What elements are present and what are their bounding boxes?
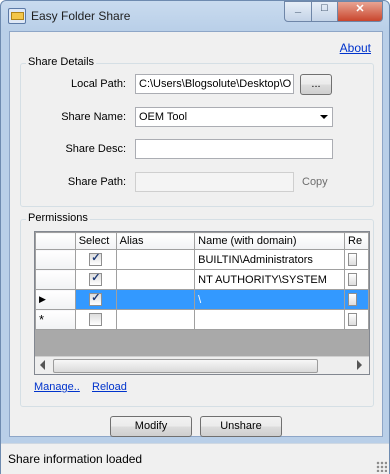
unshare-button[interactable]: Unshare <box>200 416 282 437</box>
table-row[interactable]: NT AUTHORITY\SYSTEM <box>35 269 369 290</box>
table-row[interactable]: BUILTIN\Administrators <box>35 249 369 270</box>
folder-share-app-icon <box>8 8 26 24</box>
name-cell[interactable] <box>194 309 345 330</box>
col-alias[interactable]: Alias <box>115 232 196 250</box>
permissions-grid[interactable]: Select Alias Name (with domain) Re BUILT… <box>34 231 370 375</box>
copy-link[interactable]: Copy <box>302 176 328 188</box>
re-button[interactable] <box>348 273 357 286</box>
col-name[interactable]: Name (with domain) <box>194 232 345 250</box>
close-button[interactable]: ✕ <box>337 1 383 22</box>
horizontal-scrollbar[interactable] <box>35 356 369 374</box>
select-checkbox[interactable] <box>89 251 103 266</box>
permissions-label: Permissions <box>26 212 90 224</box>
row-indicator[interactable] <box>35 249 76 270</box>
re-button[interactable] <box>348 313 357 326</box>
chevron-down-icon[interactable] <box>320 115 328 119</box>
re-button[interactable] <box>348 293 357 306</box>
reload-link[interactable]: Reload <box>92 381 127 393</box>
name-cell[interactable]: NT AUTHORITY\SYSTEM <box>194 269 345 290</box>
share-desc-label: Share Desc: <box>65 143 126 155</box>
row-indicator[interactable] <box>35 269 76 290</box>
select-cell[interactable] <box>74 309 117 330</box>
table-row-new[interactable]: * <box>35 309 369 330</box>
share-details-label: Share Details <box>26 56 97 68</box>
select-cell[interactable] <box>74 289 117 310</box>
app-window: Easy Folder Share _ □ ✕ About Share Deta… <box>0 0 390 474</box>
main-panel: About Share Details Local Path: C:\Users… <box>9 31 383 437</box>
name-cell[interactable]: BUILTIN\Administrators <box>194 249 345 270</box>
select-checkbox[interactable] <box>89 291 103 306</box>
share-desc-field[interactable] <box>135 139 333 159</box>
alias-cell[interactable] <box>115 269 196 290</box>
resize-grip-icon[interactable] <box>376 461 387 472</box>
share-details-group: Share Details Local Path: C:\Users\Blogs… <box>20 56 374 207</box>
re-cell[interactable] <box>344 249 369 270</box>
status-bar: Share information loaded <box>1 443 389 474</box>
re-cell[interactable] <box>344 269 369 290</box>
window-title: Easy Folder Share <box>31 9 131 23</box>
modify-button[interactable]: Modify <box>110 416 192 437</box>
maximize-button[interactable]: □ <box>311 1 338 22</box>
re-cell[interactable] <box>344 289 369 310</box>
table-row-selected[interactable]: ▶ \ <box>35 289 369 310</box>
select-checkbox[interactable] <box>89 271 103 286</box>
scroll-right-icon[interactable] <box>357 360 362 370</box>
current-row-arrow-icon[interactable]: ▶ <box>35 289 76 310</box>
scroll-thumb[interactable] <box>53 359 318 373</box>
name-cell[interactable]: \ <box>194 289 345 310</box>
local-path-field[interactable]: C:\Users\Blogsolute\Desktop\O <box>135 74 294 94</box>
col-re[interactable]: Re <box>344 232 369 250</box>
select-checkbox[interactable] <box>89 313 103 326</box>
re-button[interactable] <box>348 253 357 266</box>
share-name-value: OEM Tool <box>139 111 188 123</box>
minimize-button[interactable]: _ <box>284 1 312 22</box>
manage-link[interactable]: Manage.. <box>34 381 80 393</box>
about-link[interactable]: About <box>340 41 371 55</box>
permissions-table: Select Alias Name (with domain) Re BUILT… <box>35 232 369 330</box>
col-select[interactable]: Select <box>74 232 117 250</box>
select-cell[interactable] <box>74 269 117 290</box>
status-text: Share information loaded <box>8 452 143 466</box>
share-path-label: Share Path: <box>67 176 126 188</box>
browse-button[interactable]: ... <box>300 74 332 95</box>
share-name-label: Share Name: <box>61 111 126 123</box>
alias-cell[interactable] <box>115 289 196 310</box>
title-bar[interactable]: Easy Folder Share _ □ ✕ <box>1 1 389 31</box>
re-cell[interactable] <box>344 309 369 330</box>
share-path-field <box>135 172 294 192</box>
header-row: Select Alias Name (with domain) Re <box>35 232 369 250</box>
scroll-left-icon[interactable] <box>40 360 45 370</box>
local-path-label: Local Path: <box>70 78 126 90</box>
share-name-select[interactable]: OEM Tool <box>135 107 333 127</box>
alias-cell[interactable] <box>115 249 196 270</box>
row-header-corner <box>35 232 76 250</box>
select-cell[interactable] <box>74 249 117 270</box>
new-row-asterisk-icon[interactable]: * <box>35 309 76 330</box>
alias-cell[interactable] <box>115 309 196 330</box>
